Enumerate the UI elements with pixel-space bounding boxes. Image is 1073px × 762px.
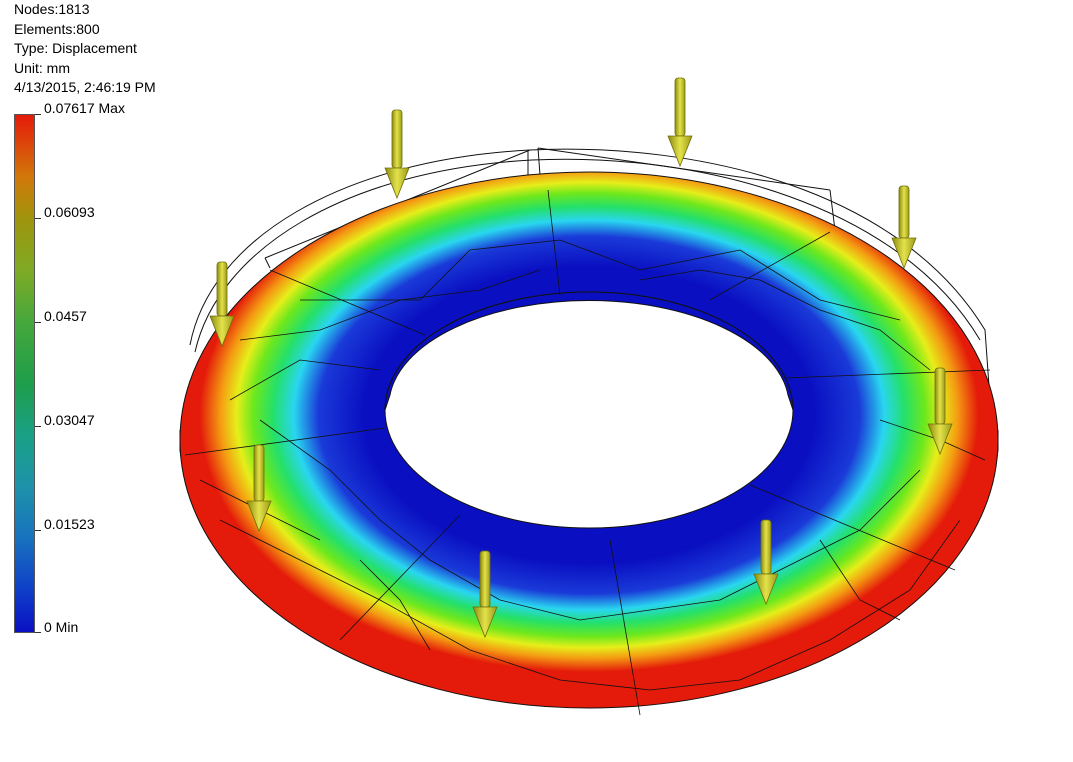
fea-viewport[interactable] — [0, 0, 1073, 762]
load-arrow — [891, 185, 917, 270]
load-arrow — [667, 77, 693, 168]
displacement-ring — [179, 171, 999, 709]
load-arrow — [384, 109, 410, 200]
